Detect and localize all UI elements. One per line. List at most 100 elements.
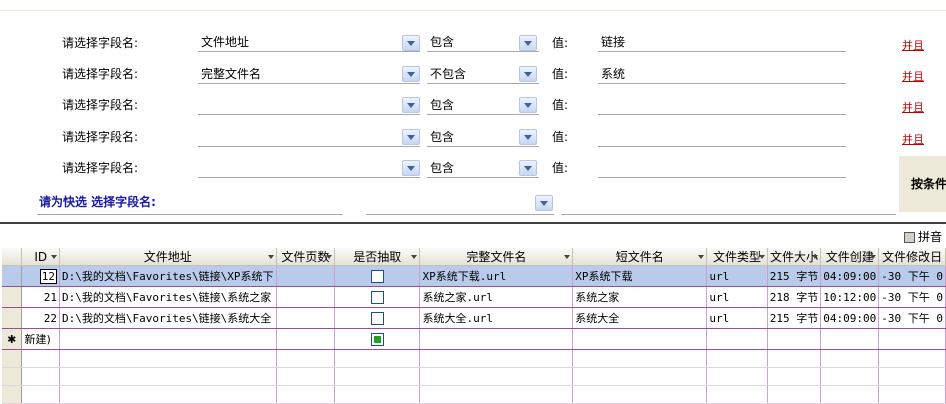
id-cell[interactable]: 21 [21,286,60,308]
short-name-cell[interactable]: XP系统下载 [572,265,708,287]
created-cell[interactable]: 04:09:00 [820,307,880,329]
pages-cell[interactable] [276,265,336,287]
column-header-short-name[interactable]: 短文件名 [572,248,708,266]
type-cell[interactable]: url [706,286,768,308]
full-name-cell[interactable]: 系统大全.url [419,307,574,329]
path-cell[interactable]: D:\我的文档\Favorites\链接\系统大全 [59,307,277,329]
modified-cell[interactable]: -30 下午 0 [878,307,946,329]
type-cell[interactable]: url [706,307,768,329]
table-row[interactable]: 12 D:\我的文档\Favorites\链接\XP系统下 XP系统下载.url… [2,265,946,287]
column-header-id[interactable]: ID [21,248,60,266]
field-select-3[interactable] [198,95,420,115]
column-header-type[interactable]: 文件类型 [706,248,768,266]
field-label-5: 请选择字段名: [62,161,139,175]
quick-dropdown-chevron-down-icon[interactable] [535,195,553,211]
path-cell[interactable]: D:\我的文档\Favorites\链接\系统之家 [59,286,277,308]
value-label-2: 值: [552,67,569,81]
id-cell[interactable]: 12 [39,268,57,284]
default-checkbox[interactable] [370,332,384,346]
field-dropdown-2-chevron-down-icon[interactable] [402,66,420,82]
field-dropdown-5-chevron-down-icon[interactable] [402,160,420,176]
extract-cell[interactable] [334,265,421,287]
sort-arrow-icon [411,255,418,259]
modified-cell[interactable]: -30 下午 0 [878,286,946,308]
conjunction-link-4[interactable]: 并且 [902,131,924,147]
row-selector[interactable] [2,265,23,287]
operator-dropdown-2-chevron-down-icon[interactable] [519,66,537,82]
value-input-3[interactable] [598,95,846,115]
column-header-pages[interactable]: 文件页数 [276,248,336,266]
table-row[interactable]: 21 D:\我的文档\Favorites\链接\系统之家 系统之家.url 系统… [2,286,946,308]
sort-arrow-icon [698,255,705,259]
operator-dropdown-3-chevron-down-icon[interactable] [519,97,537,113]
id-cell[interactable]: 22 [21,307,60,329]
pinyin-option[interactable]: 拼音 [904,228,942,245]
quick-value-input[interactable] [561,195,896,215]
column-header-extract[interactable]: 是否抽取 [334,248,421,266]
query-by-condition-button[interactable]: 按条件 [898,156,946,212]
row-selector[interactable] [2,286,23,308]
field-dropdown-4-chevron-down-icon[interactable] [402,129,420,145]
full-name-cell[interactable]: XP系统下载.url [419,265,574,287]
pages-cell[interactable] [276,307,336,329]
short-name-cell[interactable]: 系统之家 [572,286,708,308]
extract-checkbox[interactable] [370,290,384,304]
empty-row [2,385,946,404]
operator-dropdown-4-chevron-down-icon[interactable] [519,129,537,145]
extract-cell[interactable] [334,286,421,308]
value-input-1[interactable]: 链接 [598,32,846,52]
column-header-modified[interactable]: 文件修改日 [878,248,946,266]
path-cell[interactable]: D:\我的文档\Favorites\链接\XP系统下 [59,265,277,287]
row-selector[interactable] [2,307,23,329]
quick-select-spacer [37,195,343,215]
full-name-cell[interactable]: 系统之家.url [419,286,574,308]
short-name-cell[interactable]: 系统大全 [572,307,708,329]
field-label-3: 请选择字段名: [62,98,139,112]
table-row[interactable]: 22 D:\我的文档\Favorites\链接\系统大全 系统大全.url 系统… [2,307,946,329]
sort-arrow-icon [267,255,274,259]
extract-cell[interactable] [334,307,421,329]
quick-select-field[interactable] [366,195,554,215]
column-header-size[interactable]: 文件大小 [767,248,822,266]
field-select-4[interactable] [198,127,420,147]
splitter[interactable] [0,222,946,224]
sort-arrow-icon [812,255,819,259]
field-dropdown-3-chevron-down-icon[interactable] [402,97,420,113]
column-header-path[interactable]: 文件地址 [59,248,277,266]
value-label-4: 值: [552,130,569,144]
value-input-4[interactable] [598,127,846,147]
new-record-label[interactable]: 新建) [21,328,60,350]
conjunction-link-2[interactable]: 并且 [902,68,924,84]
new-record-row[interactable]: ✱ 新建) [2,328,946,350]
operator-dropdown-1-chevron-down-icon[interactable] [519,35,537,51]
field-select-2[interactable]: 完整文件名 [198,64,420,84]
value-input-5[interactable] [598,158,846,178]
type-cell[interactable]: url [706,265,768,287]
field-dropdown-1-chevron-down-icon[interactable] [402,35,420,51]
size-cell[interactable]: 215 字节 [767,307,822,329]
pinyin-checkbox[interactable] [904,232,915,243]
column-header-full-name[interactable]: 完整文件名 [419,248,574,266]
value-input-2[interactable]: 系统 [598,64,846,84]
modified-cell[interactable]: -30 下午 0 [878,265,946,287]
size-cell[interactable]: 218 字节 [767,286,822,308]
conjunction-link-3[interactable]: 并且 [902,99,924,115]
new-record-marker: ✱ [2,328,23,350]
sort-arrow-icon [326,255,333,259]
conjunction-link-1[interactable]: 并且 [902,37,924,53]
field-select-1[interactable]: 文件地址 [198,32,420,52]
pages-cell[interactable] [276,286,336,308]
records-table: ID 文件地址 文件页数 是否抽取 完整文件名 短文件名 文件类型 文件大小 文… [2,248,946,404]
column-header-created[interactable]: 文件创建 [820,248,880,266]
top-divider [0,10,946,11]
select-all-corner[interactable] [2,248,23,266]
field-select-5[interactable] [198,158,420,178]
extract-checkbox[interactable] [370,311,384,325]
extract-checkbox[interactable] [370,269,384,283]
created-cell[interactable]: 10:12:00 [820,286,880,308]
size-cell[interactable]: 215 字节 [767,265,822,287]
operator-dropdown-5-chevron-down-icon[interactable] [519,160,537,176]
created-cell[interactable]: 04:09:00 [820,265,880,287]
sort-arrow-icon [50,255,57,259]
pinyin-label: 拼音 [918,230,943,244]
